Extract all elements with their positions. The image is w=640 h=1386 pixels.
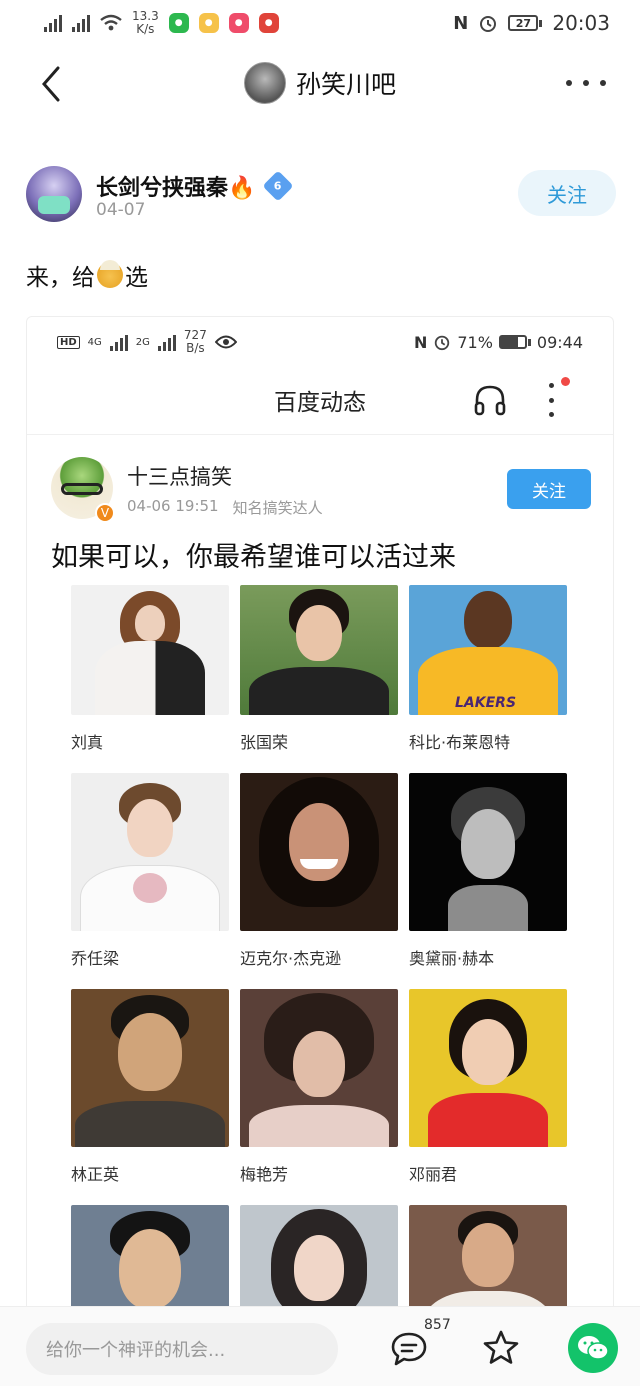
- app-notification-icon: ●: [258, 13, 279, 33]
- post-text: 来，给 选: [26, 258, 148, 292]
- back-arrow-icon[interactable]: [36, 64, 70, 104]
- grid-item[interactable]: 奥黛丽·赫本: [409, 773, 567, 969]
- app-notification-icon: ●: [198, 13, 219, 33]
- signal-icon-2: [72, 14, 90, 32]
- hd-icon: HD: [57, 335, 80, 349]
- question-text: 如果可以，你最希望谁可以活过来: [51, 542, 456, 573]
- grid-item[interactable]: [240, 1205, 398, 1315]
- bottom-bar: 给你一个神评的机会... 857: [0, 1306, 640, 1386]
- notification-dot: [561, 377, 570, 386]
- grid-item[interactable]: 林正英: [71, 989, 229, 1185]
- clock: 20:03: [552, 11, 610, 35]
- more-dots-icon[interactable]: [566, 68, 606, 98]
- forum-title[interactable]: 孙笑川吧: [243, 62, 396, 104]
- forum-avatar: [243, 62, 286, 104]
- grid-item[interactable]: 梅艳芳: [240, 989, 398, 1185]
- comment-input[interactable]: 给你一个神评的机会...: [26, 1323, 338, 1375]
- signal-icon: [44, 14, 62, 32]
- comment-count: 857: [424, 1317, 451, 1333]
- grid-item[interactable]: [409, 1205, 567, 1315]
- embedded-author: V 十三点搞笑 04-06 19:51 知名搞笑达人 关注: [51, 457, 591, 527]
- eye-icon: [214, 335, 237, 349]
- wechat-icon[interactable]: [568, 1323, 618, 1373]
- old-man-emoji-icon: [97, 260, 123, 288]
- battery-icon: 27: [508, 15, 543, 31]
- grid-item[interactable]: 乔任梁: [71, 773, 229, 969]
- embedded-status-bar: HD 4G 2G 727 B/s N 71% 09:44: [27, 317, 613, 367]
- embedded-title-bar: 百度动态: [27, 369, 613, 435]
- author-name[interactable]: 长剑兮挟强秦🔥 6: [96, 170, 294, 202]
- follow-button[interactable]: 关注: [518, 170, 616, 216]
- battery-icon: [498, 335, 531, 349]
- grid-item[interactable]: LAKERS 科比·布莱恩特: [409, 585, 567, 753]
- headphone-icon[interactable]: [473, 383, 507, 417]
- app-notification-icon: ●: [228, 13, 249, 33]
- network-speed: 727 B/s: [183, 328, 207, 355]
- comment-icon[interactable]: [390, 1331, 428, 1367]
- grid-item[interactable]: 邓丽君: [409, 989, 567, 1185]
- grid-item[interactable]: 张国荣: [240, 585, 398, 753]
- nfc-icon: N: [413, 332, 428, 352]
- top-nav: 孙笑川吧: [0, 50, 640, 116]
- level-badge-icon: 6: [262, 170, 294, 202]
- post-date: 04-07: [96, 200, 146, 220]
- post-image[interactable]: HD 4G 2G 727 B/s N 71% 09:44 百度动态 V 十三点搞笑…: [26, 316, 614, 1316]
- alarm-icon: [435, 335, 450, 351]
- author-meta: 04-06 19:51 知名搞笑达人: [127, 497, 323, 517]
- network-speed: 13.3 K/s: [132, 9, 159, 36]
- embedded-title: 百度动态: [274, 390, 366, 416]
- grid-item[interactable]: [71, 1205, 229, 1315]
- grid-item[interactable]: 迈克尔·杰克逊: [240, 773, 398, 969]
- post-author: 长剑兮挟强秦🔥 6 04-07 关注: [26, 166, 616, 228]
- follow-button[interactable]: 关注: [507, 469, 591, 509]
- app-notification-icon: ●: [168, 13, 189, 33]
- grid-item[interactable]: 刘真: [71, 585, 229, 753]
- star-icon[interactable]: [482, 1329, 520, 1367]
- author-name[interactable]: 十三点搞笑: [127, 461, 232, 491]
- forum-name: 孙笑川吧: [295, 70, 396, 99]
- status-bar: 13.3 K/s ● ● ● ● N 27 20:03: [0, 0, 640, 46]
- nfc-icon: N: [453, 12, 469, 34]
- alarm-icon: [480, 16, 497, 32]
- wifi-icon: [100, 14, 122, 31]
- more-dots-icon[interactable]: [545, 383, 557, 417]
- avatar[interactable]: [26, 166, 82, 222]
- verified-badge-icon: V: [95, 503, 115, 523]
